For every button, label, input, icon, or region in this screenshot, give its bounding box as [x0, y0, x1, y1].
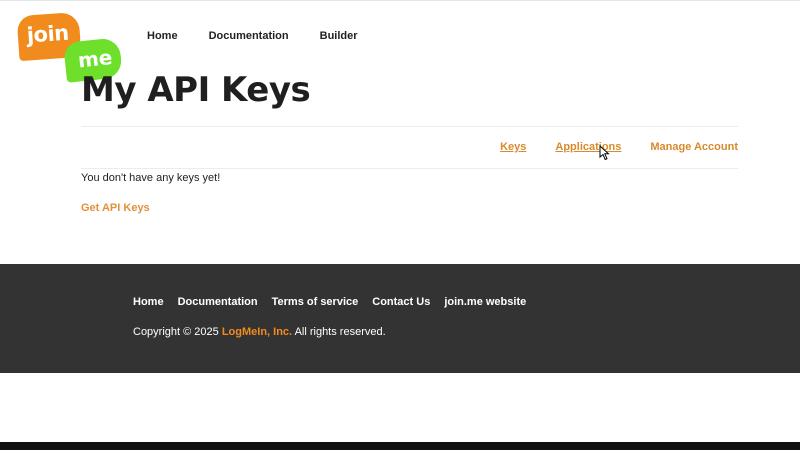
footer-terms-link[interactable]: Terms of service: [272, 296, 359, 308]
logo-join-text: join: [26, 20, 70, 48]
site-footer: Home Documentation Terms of service Cont…: [0, 264, 800, 373]
subnav-manage-account-link[interactable]: Manage Account: [650, 141, 738, 153]
bottom-bar: [0, 442, 800, 450]
subnav-divider: [81, 168, 738, 169]
page-title: My API Keys: [81, 70, 311, 110]
nav-builder-link[interactable]: Builder: [320, 30, 358, 42]
get-api-keys-link[interactable]: Get API Keys: [81, 202, 150, 214]
empty-keys-message: You don't have any keys yet!: [81, 172, 221, 184]
header-divider: [81, 126, 738, 127]
nav-documentation-link[interactable]: Documentation: [209, 30, 289, 42]
nav-home-link[interactable]: Home: [147, 30, 178, 42]
copyright-prefix: Copyright © 2025: [133, 326, 219, 338]
footer-contact-link[interactable]: Contact Us: [372, 296, 430, 308]
logo-me-text: me: [76, 45, 114, 73]
footer-documentation-link[interactable]: Documentation: [178, 296, 258, 308]
subnav-keys-link[interactable]: Keys: [500, 141, 526, 153]
copyright-text: Copyright © 2025 LogMeIn, Inc. All right…: [133, 326, 386, 338]
mouse-pointer-icon: [599, 145, 610, 161]
top-navigation: Home Documentation Builder: [147, 30, 389, 42]
subnav-applications-link[interactable]: Applications: [555, 141, 621, 153]
footer-joinme-website-link[interactable]: join.me website: [444, 296, 526, 308]
footer-navigation: Home Documentation Terms of service Cont…: [133, 296, 540, 308]
footer-home-link[interactable]: Home: [133, 296, 164, 308]
top-divider: [0, 0, 800, 1]
copyright-suffix: All rights reserved.: [294, 326, 386, 338]
company-link[interactable]: LogMeIn, Inc.: [222, 326, 292, 338]
